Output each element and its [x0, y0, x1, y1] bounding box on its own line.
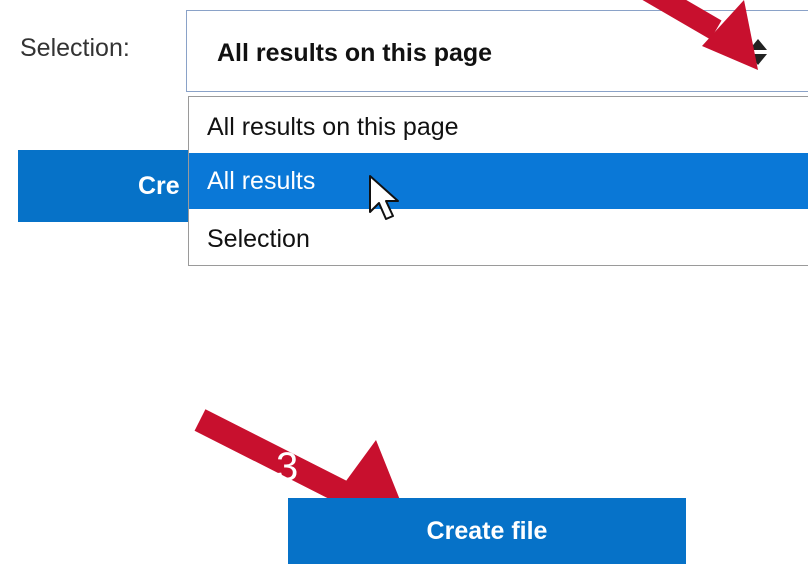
step-number-3: 3 — [276, 445, 299, 489]
annotation-arrow-2 — [642, 0, 758, 70]
option-selection[interactable]: Selection — [189, 211, 808, 267]
create-file-button[interactable]: Create file — [288, 498, 686, 564]
obscured-button-text: Cre — [138, 172, 180, 200]
option-all-results[interactable]: All results — [189, 153, 808, 209]
option-all-results-on-this-page[interactable]: All results on this page — [189, 99, 808, 155]
selection-label: Selection: — [20, 34, 130, 62]
create-file-button-obscured[interactable]: Cre — [18, 150, 190, 222]
mouse-pointer-icon — [369, 175, 399, 220]
select-current-value: All results on this page — [217, 39, 493, 67]
create-file-button-label: Create file — [426, 516, 548, 545]
selection-dropdown-list: All results on this page All results Sel… — [188, 96, 808, 266]
